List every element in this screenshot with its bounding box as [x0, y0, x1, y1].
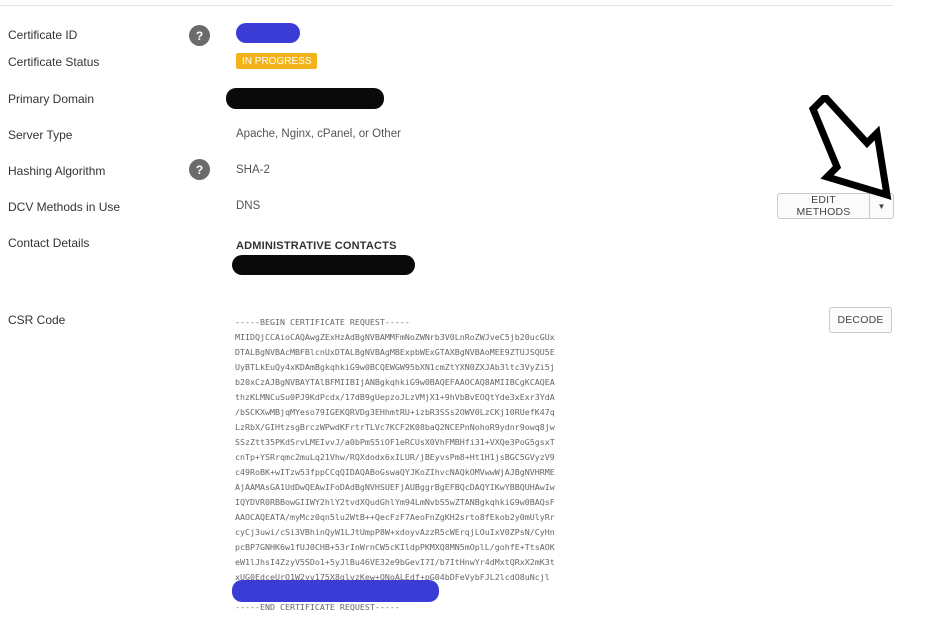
csr-line: /bSCKXwMBjqMYeso79IGEKQRVDg3EHhmtRU+izbR… — [235, 407, 555, 417]
decode-button[interactable]: DECODE — [829, 307, 892, 333]
csr-line: IQYDVR0RBBowGIIWY2hlY2tvdXQudGhlYm94LmNv… — [235, 497, 555, 507]
csr-line: -----BEGIN CERTIFICATE REQUEST----- — [235, 317, 410, 327]
dcv-methods-value: DNS — [236, 200, 261, 212]
administrative-contacts-heading: ADMINISTRATIVE CONTACTS — [236, 240, 397, 252]
hashing-algorithm-label: Hashing Algorithm — [8, 164, 106, 178]
csr-line: cyCj3uwi/cSi3VBhinQyW1LJtUmpP8W+xdoyvAzz… — [235, 527, 555, 537]
csr-line: c49RoBK+wITzw53fppCCqQIDAQABoGswaQYJKoZI… — [235, 467, 555, 477]
certificate-id-help-icon[interactable]: ? — [189, 25, 210, 46]
csr-line: eW1lJhsI4ZzyV5SDo1+5yJlBu46VE32e9bGevI7I… — [235, 557, 555, 567]
primary-domain-redacted — [226, 88, 384, 109]
certificate-id-redacted — [236, 23, 300, 43]
csr-line: AjAAMAsGA1UdDwQEAwIFoDAdBgNVHSUEFjAUBggr… — [235, 482, 555, 492]
certificate-status-label: Certificate Status — [8, 55, 100, 69]
hashing-algorithm-help-icon[interactable]: ? — [189, 159, 210, 180]
primary-domain-label: Primary Domain — [8, 92, 95, 106]
csr-redacted — [232, 580, 439, 602]
csr-line: -----END CERTIFICATE REQUEST----- — [235, 602, 400, 612]
csr-line: thzKLMNCuSu0PJ9KdPcdx/17dB9gUepzoJLzVMjX… — [235, 392, 555, 402]
arrow-down-right-icon — [808, 95, 892, 200]
csr-line: AAOCAQEATA/myMcz0qn5lu2WtB++QecFzF7AeoFn… — [235, 512, 555, 522]
hashing-algorithm-value: SHA-2 — [236, 164, 270, 176]
top-divider — [0, 5, 893, 6]
csr-line: b20xCzAJBgNVBAYTAlBFMIIBIjANBgkqhkiG9w0B… — [235, 377, 555, 387]
csr-line: LzRbX/GIHtzsgBrczWPwdKFrtrTLVc7KCF2K08ba… — [235, 422, 555, 432]
csr-line: DTALBgNVBAcMBFBlcnUxDTALBgNVBAgMBExpbWEx… — [235, 347, 555, 357]
csr-code-label: CSR Code — [8, 313, 66, 327]
csr-line: MIIDQjCCAioCAQAwgZExHzAdBgNVBAMMFmNoZWNr… — [235, 332, 555, 342]
status-badge: IN PROGRESS — [236, 53, 318, 69]
server-type-label: Server Type — [8, 128, 73, 142]
server-type-value: Apache, Nginx, cPanel, or Other — [236, 128, 401, 140]
contact-redacted — [232, 255, 415, 275]
certificate-id-label: Certificate ID — [8, 28, 78, 42]
contact-details-label: Contact Details — [8, 236, 90, 250]
csr-line: UyBTLkEuQy4xKDAmBgkqhkiG9w0BCQEWGW95bXN1… — [235, 362, 555, 372]
csr-code-text: -----BEGIN CERTIFICATE REQUEST----- MIID… — [235, 315, 555, 615]
dcv-methods-label: DCV Methods in Use — [8, 200, 121, 214]
csr-line: SSzZtt35PKdSrvLMEIvvJ/a0bPmS5iOF1eRCUsX0… — [235, 437, 555, 447]
csr-line: pcBP7GNHK6w1fUJ0CHB+53rInWrnCW5cKIldpPKM… — [235, 542, 555, 552]
csr-line: cnTp+YSRrqmc2muLq21Vhw/RQXdodx6xILUR/jBE… — [235, 452, 555, 462]
